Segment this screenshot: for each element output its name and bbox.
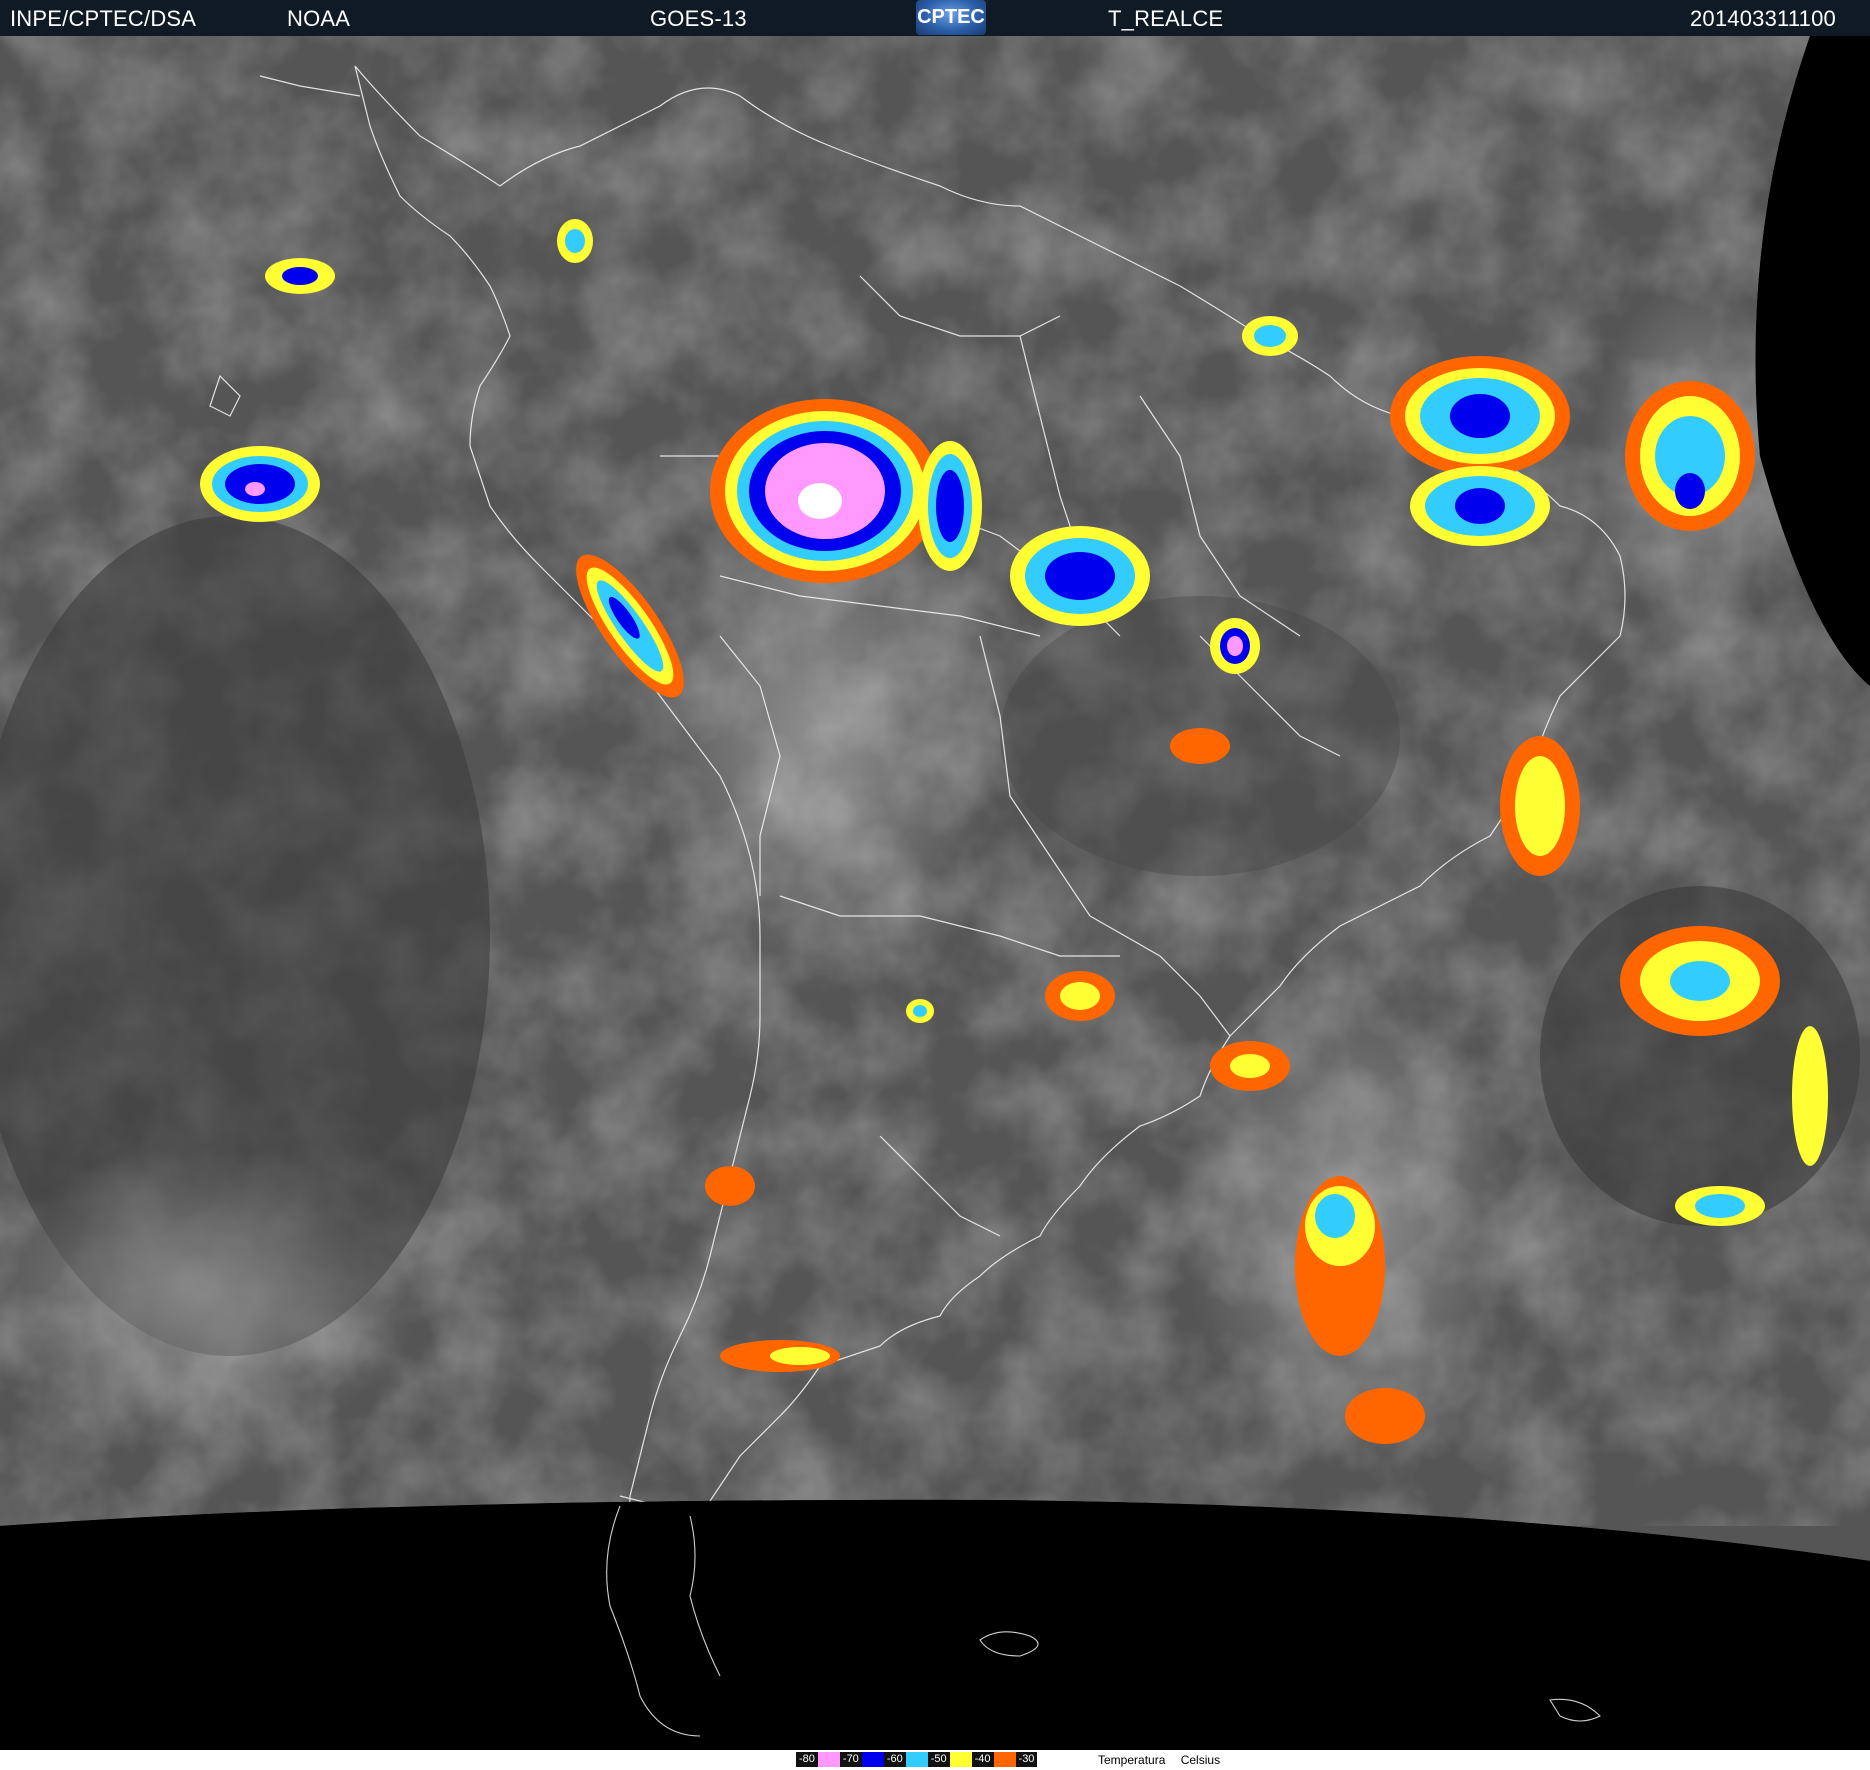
legend-caption-unit: Celsius (1180, 1753, 1221, 1767)
legend-label-minus80: -80 (796, 1752, 818, 1767)
color-legend: -80 -70 -60 -50 -40 -30 (796, 1752, 1038, 1767)
agency-label: NOAA (287, 6, 351, 31)
legend-swatch-minus40 (993, 1752, 1016, 1767)
legend-swatch-minus80 (817, 1752, 840, 1767)
legend-caption-temperature: Temperatura (1098, 1753, 1166, 1767)
satellite-label: GOES-13 (650, 6, 747, 31)
legend-label-minus50: -50 (927, 1752, 950, 1767)
legend-label-minus30: -30 (1015, 1752, 1038, 1767)
satellite-map (0, 36, 1870, 1750)
cptec-logo: CPTEC (916, 0, 986, 35)
off-disk-south (0, 1499, 1870, 1750)
org-label: INPE/CPTEC/DSA (10, 6, 197, 31)
legend-swatch-minus60 (905, 1752, 928, 1767)
product-label: T_REALCE (1108, 6, 1224, 31)
legend-bar: -80 -70 -60 -50 -40 -30 Temperatura Cels… (0, 1750, 1870, 1770)
legend-label-minus60: -60 (883, 1752, 906, 1767)
legend-swatch-minus70 (861, 1752, 884, 1767)
timestamp-label: 201403311100 (1690, 6, 1836, 31)
legend-caption: Temperatura Celsius (1098, 1753, 1232, 1767)
image-header: INPE/CPTEC/DSA NOAA GOES-13 CPTEC T_REAL… (0, 0, 1870, 37)
legend-label-minus40: -40 (971, 1752, 994, 1767)
legend-swatch-minus50 (949, 1752, 972, 1767)
legend-label-minus70: -70 (839, 1752, 862, 1767)
